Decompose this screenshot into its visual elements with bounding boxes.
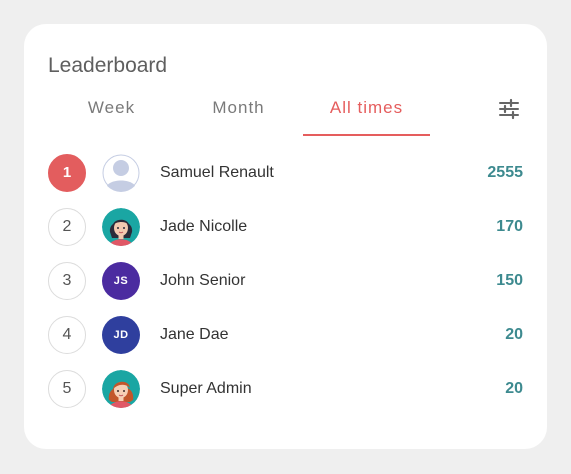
page-title: Leaderboard	[48, 54, 168, 77]
user-name[interactable]: Super Admin	[160, 379, 252, 399]
user-score: 20	[505, 380, 523, 397]
tab-week[interactable]: Week	[48, 96, 175, 136]
list-item[interactable]: 4 JD Jane Dae 20	[48, 315, 523, 355]
period-tabs: Week Month All times	[48, 96, 430, 136]
user-name[interactable]: Jade Nicolle	[160, 217, 247, 237]
initials-avatar: JD	[102, 316, 140, 354]
tab-all-times[interactable]: All times	[303, 96, 430, 136]
user-score: 20	[505, 326, 523, 343]
rank-badge: 2	[48, 208, 86, 246]
list-item[interactable]: 1 Samuel Renault 2555	[48, 153, 523, 193]
tab-month[interactable]: Month	[175, 96, 302, 136]
rank-badge: 3	[48, 262, 86, 300]
list-item[interactable]: 2 Jade Nicolle 170	[48, 207, 523, 247]
woman-avatar-icon	[102, 208, 140, 246]
redhead-avatar-icon	[102, 370, 140, 408]
filter-button[interactable]	[496, 96, 522, 122]
leaderboard-card: Leaderboard Week Month All times 1 Samue…	[24, 24, 547, 449]
list-item[interactable]: 5 Super Admin 20	[48, 369, 523, 409]
rank-badge: 1	[48, 154, 86, 192]
user-name[interactable]: John Senior	[160, 271, 245, 291]
user-name[interactable]: Jane Dae	[160, 325, 229, 345]
rank-badge: 4	[48, 316, 86, 354]
initials-avatar: JS	[102, 262, 140, 300]
default-avatar-icon	[102, 154, 140, 192]
user-score: 170	[496, 218, 523, 235]
rank-badge: 5	[48, 370, 86, 408]
active-tab-indicator	[303, 134, 430, 136]
user-score: 2555	[487, 164, 523, 181]
user-name[interactable]: Samuel Renault	[160, 163, 274, 183]
user-score: 150	[496, 272, 523, 289]
sliders-icon	[499, 98, 519, 120]
list-item[interactable]: 3 JS John Senior 150	[48, 261, 523, 301]
